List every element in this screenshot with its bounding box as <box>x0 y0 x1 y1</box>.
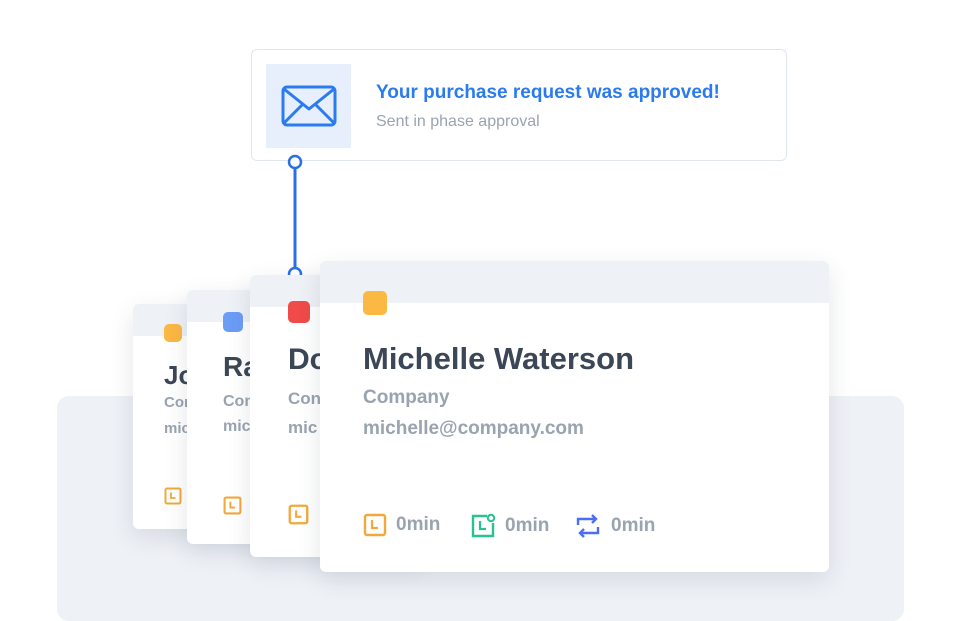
contact-company: Con <box>288 389 322 408</box>
status-dot <box>288 301 310 323</box>
clock-square-icon <box>363 513 387 537</box>
contact-name: Michelle Waterson <box>363 341 635 376</box>
clock-check-icon <box>471 513 496 538</box>
card-header-band <box>320 261 829 303</box>
envelope-icon-box <box>266 64 351 148</box>
contact-email: michelle@company.com <box>363 418 584 439</box>
stat-value: 0min <box>505 515 550 536</box>
contact-email: mic <box>164 420 190 437</box>
stat-waiting: 0min <box>470 513 549 539</box>
cycle-icon <box>576 514 600 538</box>
stat-value: 0min <box>611 515 656 536</box>
clock-square-icon <box>164 487 182 505</box>
contact-email: mic <box>288 418 318 437</box>
status-dot <box>223 312 243 332</box>
stat-cycle: 0min <box>574 513 655 539</box>
status-dot <box>363 291 387 315</box>
contact-email: mic <box>223 418 251 435</box>
notification-card[interactable]: Your purchase request was approved! Sent… <box>251 49 787 161</box>
contact-company: Company <box>363 387 450 408</box>
envelope-icon <box>281 85 336 127</box>
connector-line <box>287 154 303 282</box>
stat-value: 0min <box>396 514 441 535</box>
status-dot <box>164 324 182 342</box>
notification-title: Your purchase request was approved! <box>376 82 720 103</box>
stat-elapsed: 0min <box>363 513 440 537</box>
contact-card-michelle[interactable]: Michelle Waterson Company michelle@compa… <box>320 261 829 572</box>
clock-square-icon <box>288 504 309 525</box>
clock-square-icon <box>223 496 242 515</box>
notification-subtitle: Sent in phase approval <box>376 113 540 130</box>
